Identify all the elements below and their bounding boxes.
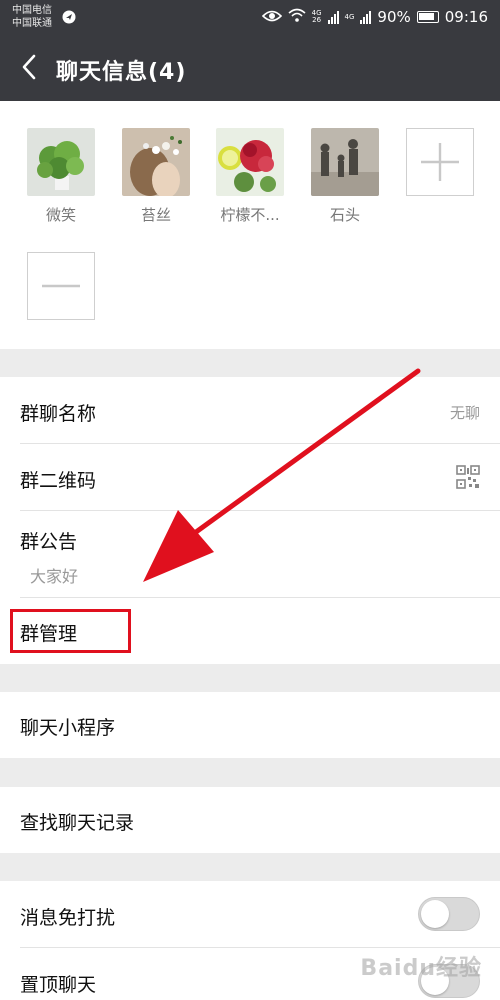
page-title: 聊天信息(4) (56, 60, 187, 85)
member-item[interactable]: 石头 (311, 128, 379, 225)
signal-2-icon (360, 10, 372, 24)
mini-programs-row[interactable]: 聊天小程序 (0, 692, 500, 758)
remove-member-button[interactable] (27, 252, 95, 320)
toggle-knob (421, 900, 449, 928)
member-name: 微笑 (45, 206, 76, 224)
battery-icon (416, 11, 439, 23)
highlight-box (10, 609, 131, 653)
status-right: 4G 26 4G 90% 09:16 (261, 7, 488, 27)
eye-icon (261, 8, 282, 26)
carrier-1: 中国电信 (12, 5, 52, 16)
back-button[interactable] (16, 50, 46, 84)
title-bar: 聊天信息(4) (0, 34, 500, 101)
carrier-2: 中国联通 (12, 18, 52, 29)
avatar (122, 128, 190, 196)
mute-toggle[interactable] (418, 897, 480, 931)
chevron-left-icon (22, 54, 36, 80)
pin-label: 置顶聊天 (20, 974, 97, 996)
avatar (311, 128, 379, 196)
qr-code-row[interactable]: 群二维码 (0, 444, 500, 511)
member-item[interactable]: 微笑 (27, 128, 95, 225)
announcement-row[interactable]: 群公告 大家好 (0, 511, 500, 598)
plus-icon (421, 143, 459, 181)
location-icon (62, 9, 76, 28)
qr-code-label: 群二维码 (20, 470, 97, 492)
add-member-button[interactable] (406, 128, 474, 196)
member-name: 石头 (329, 206, 360, 224)
minus-icon (42, 284, 80, 288)
battery-percent: 90% (377, 8, 411, 26)
search-history-label: 查找聊天记录 (20, 812, 135, 834)
search-history-row[interactable]: 查找聊天记录 (0, 787, 500, 853)
announcement-preview: 大家好 (30, 567, 79, 586)
avatar (27, 128, 95, 196)
member-name: 苔丝 (140, 206, 171, 224)
network-2: 4G (344, 12, 355, 21)
status-bar: 中国电信 中国联通 4G 26 4G 90% 09:16 (0, 0, 500, 34)
members-panel: 微笑 苔丝 柠檬不... 石头 (0, 101, 500, 349)
clock: 09:16 (444, 8, 488, 26)
avatar (216, 128, 284, 196)
group-name-row[interactable]: 群聊名称 无聊 (0, 377, 500, 444)
mute-label: 消息免打扰 (20, 907, 116, 929)
member-item[interactable]: 苔丝 (122, 128, 190, 225)
member-name: 柠檬不... (220, 206, 280, 224)
mute-row: 消息免打扰 (0, 881, 500, 948)
group-name-label: 群聊名称 (20, 403, 97, 425)
watermark: Baidu经验 (360, 956, 482, 981)
qr-code-icon (456, 465, 480, 493)
wifi-icon (288, 8, 306, 26)
carrier-info: 中国电信 中国联通 (12, 4, 52, 30)
group-name-value: 无聊 (449, 404, 480, 422)
announcement-label: 群公告 (20, 531, 78, 553)
signal-1-icon (327, 10, 339, 24)
network-1: 4G 26 (311, 9, 322, 24)
member-item[interactable]: 柠檬不... (216, 128, 284, 225)
mini-programs-label: 聊天小程序 (20, 717, 116, 739)
